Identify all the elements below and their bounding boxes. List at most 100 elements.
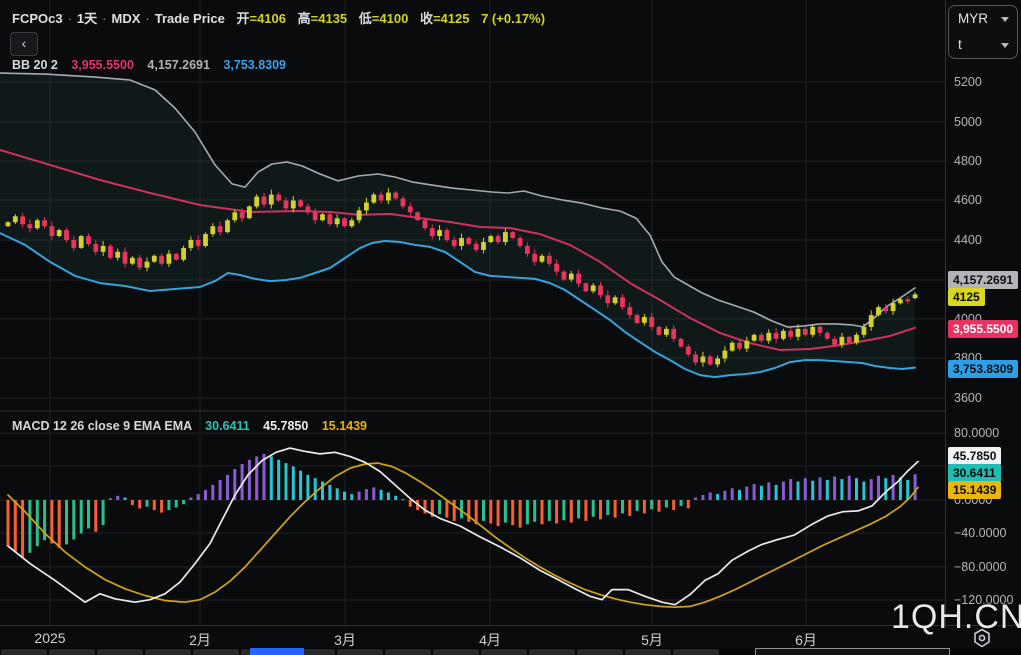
macd-histogram-bar xyxy=(453,500,456,521)
macd-histogram-bar xyxy=(672,500,675,510)
candle-body xyxy=(408,206,413,212)
bottom-strip-cell xyxy=(625,649,671,655)
time-axis-label: 2025 xyxy=(34,630,65,646)
candle-body xyxy=(569,274,574,280)
back-button[interactable]: ‹ xyxy=(10,32,38,56)
macd-histogram-bar xyxy=(409,500,412,507)
macd-histogram-bar xyxy=(599,500,602,519)
price-and-macd-chart-canvas[interactable] xyxy=(0,0,945,625)
macd-histogram-bar xyxy=(862,482,865,500)
bollinger-legend-row[interactable]: BB 20 2 3,955.5500 4,157.2691 3,753.8309 xyxy=(12,58,286,72)
candle-body xyxy=(825,333,830,339)
candle-body xyxy=(357,210,362,220)
candle-body xyxy=(481,242,486,250)
candle-body xyxy=(423,220,428,228)
unit-selector: MYR t xyxy=(948,5,1018,59)
price-axis-scale[interactable]: 5200500048004600440040003800360080.00000… xyxy=(945,0,1021,655)
candle-body xyxy=(20,216,25,224)
chart-legend-symbol-row[interactable]: FCPOc3·1天·MDX·Trade Price 开=4106 高=4135 … xyxy=(12,8,545,27)
bottom-strip-cell xyxy=(433,649,479,655)
bottom-strip-range-box[interactable] xyxy=(755,648,950,655)
macd-histogram-bar xyxy=(584,500,587,521)
macd-histogram-bar xyxy=(709,493,712,501)
price-axis-label: 4800 xyxy=(954,154,982,168)
candle-body xyxy=(320,214,325,220)
settings-icon[interactable] xyxy=(971,627,993,654)
candle-body xyxy=(137,258,142,268)
price-axis-badge: 3,753.8309 xyxy=(948,360,1018,378)
macd-histogram-bar xyxy=(28,500,31,553)
macd-histogram-bar xyxy=(167,500,170,510)
candle-body xyxy=(898,299,903,303)
macd-histogram-bar xyxy=(211,485,214,500)
macd-axis-label: −80.0000 xyxy=(954,560,1006,574)
macd-legend-row[interactable]: MACD 12 26 close 9 EMA EMA 30.6411 45.78… xyxy=(12,419,367,433)
candle-body xyxy=(159,256,164,264)
macd-axis-label: 80.0000 xyxy=(954,426,999,440)
bottom-strip-cell xyxy=(529,649,575,655)
macd-histogram-bar xyxy=(789,479,792,500)
candle-body xyxy=(781,331,786,339)
macd-histogram-bar xyxy=(285,463,288,500)
macd-histogram-bar xyxy=(643,500,646,513)
macd-histogram-bar xyxy=(723,491,726,500)
macd-histogram-bar xyxy=(65,500,68,544)
bottom-toolbar-strip xyxy=(0,648,1021,655)
candle-body xyxy=(576,274,581,284)
candle-body xyxy=(240,212,245,218)
macd-histogram-bar xyxy=(497,500,500,526)
candle-body xyxy=(401,199,406,207)
candle-body xyxy=(459,238,464,246)
macd-histogram-bar xyxy=(299,471,302,500)
candle-body xyxy=(671,329,676,339)
macd-histogram-bar xyxy=(555,500,558,524)
candle-body xyxy=(562,272,567,280)
macd-histogram-bar xyxy=(826,480,829,500)
candle-body xyxy=(371,195,376,203)
macd-histogram-bar xyxy=(146,500,149,507)
candle-body xyxy=(13,216,18,222)
bottom-strip-active-cell[interactable] xyxy=(250,648,304,655)
macd-histogram-bar xyxy=(160,500,163,513)
unit-dropdown[interactable]: t xyxy=(949,32,1017,58)
macd-histogram-bar xyxy=(58,500,61,548)
high-value: =4135 xyxy=(311,11,348,26)
back-icon: ‹ xyxy=(22,35,27,51)
macd-histogram-bar xyxy=(665,500,668,508)
bottom-strip-cell xyxy=(577,649,623,655)
macd-histogram-bar xyxy=(153,500,156,510)
candle-body xyxy=(298,201,303,207)
symbol-name: FCPOc3 xyxy=(12,11,63,26)
bottom-strip-cell xyxy=(673,649,719,655)
macd-histogram-bar xyxy=(731,488,734,500)
candle-body xyxy=(627,307,632,315)
macd-histogram-bar xyxy=(116,496,119,500)
close-value: =4125 xyxy=(433,11,470,26)
watermark: 1QH.CN xyxy=(891,598,1021,637)
candle-body xyxy=(737,343,742,349)
candle-body xyxy=(349,220,354,226)
macd-histogram-bar xyxy=(797,482,800,500)
macd-histogram-bar xyxy=(138,500,141,508)
candle-body xyxy=(847,337,852,343)
candle-body xyxy=(335,218,340,224)
candle-body xyxy=(247,206,252,218)
time-axis-scale[interactable]: 20252月3月4月5月6月 xyxy=(0,625,1021,649)
candle-body xyxy=(50,226,55,236)
candle-body xyxy=(57,230,62,236)
bb-title: BB 20 2 xyxy=(12,58,58,72)
bottom-strip-cell xyxy=(145,649,191,655)
macd-histogram-bar xyxy=(358,492,361,500)
time-axis-label: 4月 xyxy=(479,630,501,650)
macd-histogram-bar xyxy=(270,456,273,500)
currency-dropdown[interactable]: MYR xyxy=(949,6,1017,32)
candle-body xyxy=(620,297,625,307)
macd-histogram-bar xyxy=(628,500,631,516)
candle-body xyxy=(145,262,150,268)
macd-histogram-bar xyxy=(614,500,617,518)
change-value: 7 (+0.17%) xyxy=(481,11,545,26)
macd-histogram-bar xyxy=(380,490,383,500)
macd-histogram-bar xyxy=(548,500,551,521)
macd-histogram-bar xyxy=(182,500,185,504)
candle-body xyxy=(759,335,764,341)
